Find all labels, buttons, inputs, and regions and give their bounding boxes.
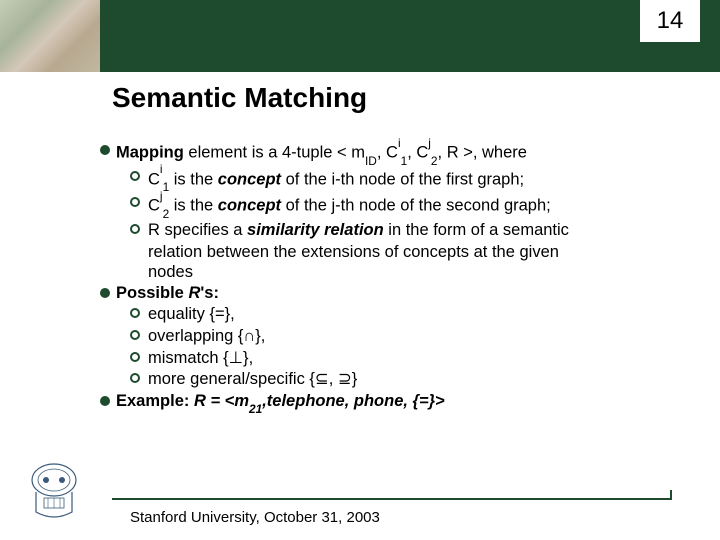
- disc-icon: [100, 288, 110, 298]
- bullet-possible: Possible R's:: [100, 283, 680, 304]
- bullet-text: R specifies a similarity relation in the…: [148, 220, 569, 241]
- sub-bullet-ci1: Ci1 is the concept of the i-th node of t…: [100, 167, 680, 193]
- disc-icon: [100, 396, 110, 406]
- sub-bullet-general-specific: more general/specific {⊆, ⊇}: [100, 369, 680, 390]
- disc-icon: [100, 145, 110, 155]
- footer-text: Stanford University, October 31, 2003: [130, 509, 380, 526]
- sub-bullet-overlapping: overlapping {∩},: [100, 326, 680, 347]
- university-logo: [26, 462, 82, 526]
- bullet-text: Possible R's:: [116, 283, 219, 304]
- page-number: 14: [657, 7, 684, 35]
- ring-icon: [130, 197, 140, 207]
- bullet-text: Ci1 is the concept of the i-th node of t…: [148, 167, 524, 193]
- content-area: Mapping element is a 4-tuple < mID, Ci1,…: [100, 140, 680, 415]
- ring-icon: [130, 224, 140, 234]
- ring-icon: [130, 171, 140, 181]
- bullet-text: equality {=},: [148, 304, 235, 325]
- bullet-text: Example: R = <m21,telephone, phone, {=}>: [116, 391, 445, 414]
- header-band: [0, 0, 720, 72]
- ring-icon: [130, 330, 140, 340]
- bullet-mapping: Mapping element is a 4-tuple < mID, Ci1,…: [100, 140, 680, 166]
- bullet-text: Mapping element is a 4-tuple < mID, Ci1,…: [116, 140, 527, 166]
- bullet-text: mismatch {⊥},: [148, 348, 253, 369]
- lead: Mapping: [116, 144, 184, 162]
- cont-line: relation between the extensions of conce…: [100, 242, 680, 263]
- ring-icon: [130, 352, 140, 362]
- ring-icon: [130, 308, 140, 318]
- bullet-example: Example: R = <m21,telephone, phone, {=}>: [100, 391, 680, 414]
- bullet-text: more general/specific {⊆, ⊇}: [148, 369, 357, 390]
- header-art-thumbnail: [0, 0, 100, 72]
- sub-bullet-equality: equality {=},: [100, 304, 680, 325]
- sub-bullet-r: R specifies a similarity relation in the…: [100, 220, 680, 241]
- bullet-text: Cj2 is the concept of the j-th node of t…: [148, 193, 551, 219]
- sub-bullet-mismatch: mismatch {⊥},: [100, 348, 680, 369]
- page-number-box: 14: [640, 0, 700, 42]
- slide-title: Semantic Matching: [112, 82, 367, 114]
- ring-icon: [130, 373, 140, 383]
- bullet-text: overlapping {∩},: [148, 326, 265, 347]
- sub-bullet-cj2: Cj2 is the concept of the j-th node of t…: [100, 193, 680, 219]
- cont-line: nodes: [100, 262, 680, 283]
- footer-divider: [112, 498, 672, 500]
- footer-tick: [670, 490, 672, 500]
